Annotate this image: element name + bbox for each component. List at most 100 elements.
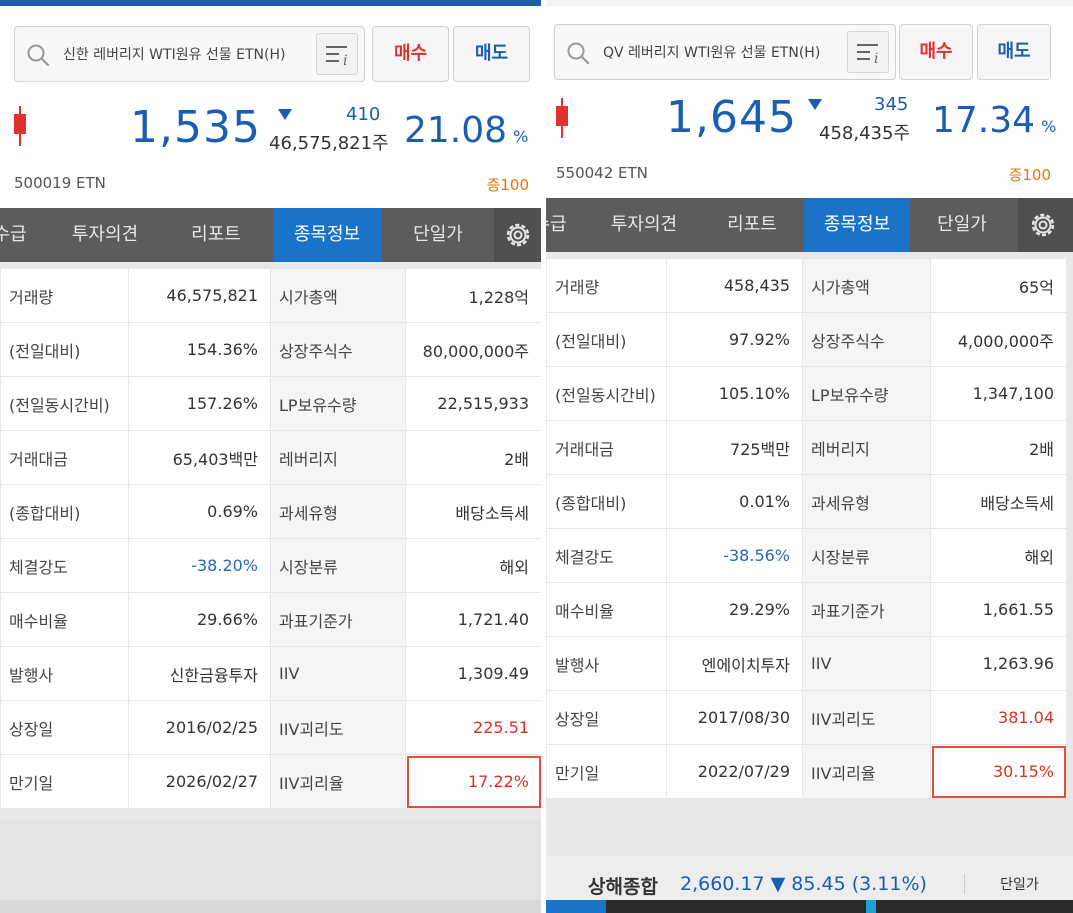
table-row: 상장일 2016/02/25 IIV괴리도 225.51 xyxy=(0,700,541,755)
svg-text:i: i xyxy=(874,51,878,65)
row-label: 과표기준가 xyxy=(802,582,931,637)
table-row: 거래량 46,575,821 시가총액 1,228억 xyxy=(0,268,541,323)
bottom-strip xyxy=(0,900,541,913)
index-ticker-bar[interactable]: 상해종합 2,660.17 ▼ 85.45 (3.11%) 단일가 xyxy=(546,856,1073,913)
search-stock-name: 신한 레버리지 WTI원유 선물 ETN(H) xyxy=(63,47,286,63)
row-label: IIV괴리도 xyxy=(270,700,406,755)
row-value: 엔에이치투자 xyxy=(666,636,803,691)
row-label: 거래량 xyxy=(546,258,667,313)
table-row: (전일동시간비) 105.10% LP보유수량 1,347,100 xyxy=(546,366,1067,421)
row-label: (전일동시간비) xyxy=(546,366,667,421)
stock-code: 550042 ETN xyxy=(556,164,648,182)
row-label: 상장일 xyxy=(0,700,129,755)
tab-supply[interactable]: 수급 xyxy=(546,198,580,252)
row-value: 105.10% xyxy=(666,366,803,421)
row-value: 신한금융투자 xyxy=(128,646,271,701)
row-value: 154.36% xyxy=(128,322,271,377)
filter-list-icon: i xyxy=(857,44,878,65)
row-value: 2026/02/27 xyxy=(128,754,271,809)
row-label: IIV xyxy=(802,636,931,691)
filter-list-icon: i xyxy=(326,46,347,67)
svg-text:i: i xyxy=(343,53,347,67)
ticker-single-price-tab[interactable]: 단일가 xyxy=(964,874,1073,894)
row-label: IIV괴리율 xyxy=(802,744,931,799)
row-label: 레버리지 xyxy=(802,420,931,475)
bottom-nav-stripe xyxy=(546,900,1073,913)
row-value: 2배 xyxy=(930,420,1067,475)
row-label: 시장분류 xyxy=(802,528,931,583)
row-value: -38.56% xyxy=(666,528,803,583)
row-label: 거래대금 xyxy=(0,430,129,485)
table-row: 상장일 2017/08/30 IIV괴리도 381.04 xyxy=(546,690,1067,745)
ticker-index-name: 상해종합 xyxy=(588,876,658,898)
settings-button[interactable] xyxy=(1018,198,1073,252)
trade-volume: 46,575,821주 xyxy=(269,133,389,154)
tab-single-price[interactable]: 단일가 xyxy=(914,198,1010,252)
row-value: 22,515,933 xyxy=(405,376,541,431)
stock-search-box[interactable]: 신한 레버리지 WTI원유 선물 ETN(H) i xyxy=(14,26,365,82)
filter-list-button[interactable]: i xyxy=(847,31,889,73)
row-value: 65,403백만 xyxy=(128,430,271,485)
margin-badge: 증100 xyxy=(486,176,529,194)
iiv-deviation-rate-highlight: 30.15% xyxy=(930,744,1067,799)
tab-single-price[interactable]: 단일가 xyxy=(390,208,486,262)
row-label: 발행사 xyxy=(0,646,129,701)
row-value: 29.66% xyxy=(128,592,271,647)
row-label: 시장분류 xyxy=(270,538,406,593)
tab-report[interactable]: 리포트 xyxy=(702,198,802,252)
row-label: IIV xyxy=(270,646,406,701)
row-label: 과세유형 xyxy=(802,474,931,529)
row-value: 80,000,000주 xyxy=(405,322,541,377)
table-row: (종합대비) 0.69% 과세유형 배당소득세 xyxy=(0,484,541,539)
row-label: 체결강도 xyxy=(546,528,667,583)
row-label: 발행사 xyxy=(546,636,667,691)
buy-button[interactable]: 매수 xyxy=(372,26,449,82)
row-label: 매수비율 xyxy=(0,592,129,647)
sell-button[interactable]: 매도 xyxy=(977,24,1051,80)
row-label: LP보유수량 xyxy=(802,366,931,421)
row-value: 46,575,821 xyxy=(128,268,271,323)
row-value: 1,228억 xyxy=(405,268,541,323)
row-label: 상장주식수 xyxy=(270,322,406,377)
row-value: 2배 xyxy=(405,430,541,485)
row-value: 157.26% xyxy=(128,376,271,431)
tab-stock-info[interactable]: 종목정보 xyxy=(804,198,910,252)
stock-code: 500019 ETN xyxy=(14,174,106,192)
tab-opinion[interactable]: 투자의견 xyxy=(52,208,158,262)
left-stock-panel: 신한 레버리지 WTI원유 선물 ETN(H) i 매수 매도 1,535 41… xyxy=(0,0,541,913)
row-value: 65억 xyxy=(930,258,1067,313)
settings-button[interactable] xyxy=(494,208,541,262)
candle-icon xyxy=(556,98,568,138)
change-rate-unit: % xyxy=(513,127,529,146)
tab-bar: 수급 투자의견 리포트 종목정보 단일가 xyxy=(546,198,1073,252)
quote-header: 신한 레버리지 WTI원유 선물 ETN(H) i 매수 매도 1,535 41… xyxy=(0,6,541,208)
tab-opinion[interactable]: 투자의견 xyxy=(590,198,698,252)
row-label: 매수비율 xyxy=(546,582,667,637)
row-label: (전일동시간비) xyxy=(0,376,129,431)
quote-header: QV 레버리지 WTI원유 선물 ETN(H) i 매수 매도 1,645 34… xyxy=(546,6,1073,198)
row-value: 배당소득세 xyxy=(930,474,1067,529)
row-label: (전일대비) xyxy=(546,312,667,367)
stock-search-box[interactable]: QV 레버리지 WTI원유 선물 ETN(H) i xyxy=(554,24,896,80)
table-row: 체결강도 -38.20% 시장분류 해외 xyxy=(0,538,541,593)
stock-info-table: 거래량 46,575,821 시가총액 1,228억 (전일대비) 154.36… xyxy=(0,268,541,809)
row-label: 거래대금 xyxy=(546,420,667,475)
filter-list-button[interactable]: i xyxy=(316,33,358,75)
table-row: 거래대금 725백만 레버리지 2배 xyxy=(546,420,1067,475)
down-arrow-icon xyxy=(278,109,292,120)
tab-supply[interactable]: 수급 xyxy=(0,208,42,262)
gear-icon xyxy=(506,223,530,247)
row-label: IIV괴리율 xyxy=(270,754,406,809)
tab-stock-info[interactable]: 종목정보 xyxy=(273,208,381,262)
buy-button[interactable]: 매수 xyxy=(899,24,973,80)
row-value: 1,661.55 xyxy=(930,582,1067,637)
sell-button[interactable]: 매도 xyxy=(453,26,530,82)
ticker-index-value: 2,660.17 ▼ 85.45 (3.11%) xyxy=(680,873,927,895)
search-stock-name: QV 레버리지 WTI원유 선물 ETN(H) xyxy=(603,45,821,61)
row-value: 1,347,100 xyxy=(930,366,1067,421)
row-label: LP보유수량 xyxy=(270,376,406,431)
change-rate-unit: % xyxy=(1041,117,1057,136)
row-value: 2022/07/29 xyxy=(666,744,803,799)
table-row: 발행사 엔에이치투자 IIV 1,263.96 xyxy=(546,636,1067,691)
tab-report[interactable]: 리포트 xyxy=(166,208,266,262)
